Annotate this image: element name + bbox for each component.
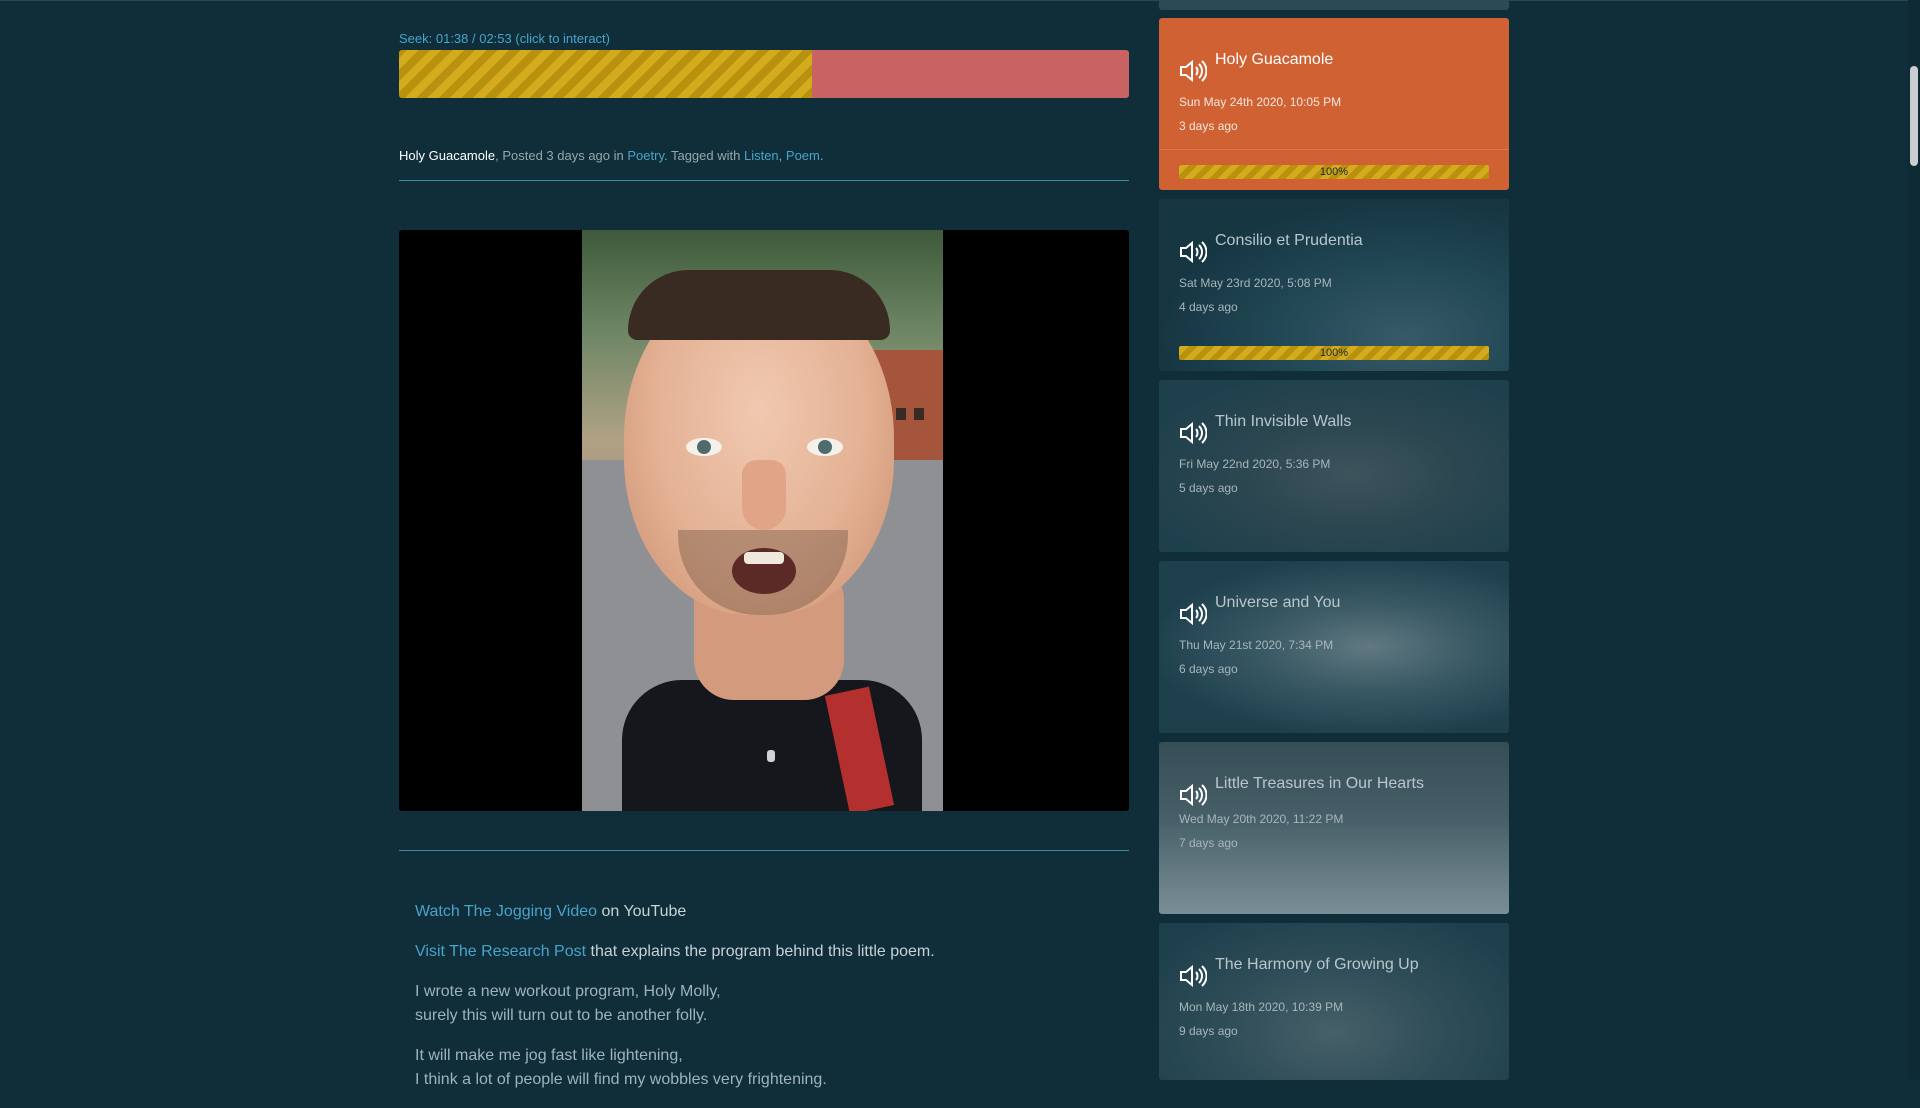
post-meta: Holy Guacamole, Posted 3 days ago in Poe… bbox=[399, 148, 824, 163]
youtube-text: on YouTube bbox=[597, 903, 687, 920]
speaker-icon bbox=[1180, 60, 1207, 82]
playlist-date: Wed May 20th 2020, 11:22 PM bbox=[1179, 812, 1344, 826]
necklace-pendant bbox=[767, 750, 775, 762]
card-divider bbox=[1159, 149, 1509, 150]
video-player[interactable] bbox=[399, 230, 1129, 811]
seek-bar[interactable] bbox=[399, 50, 1129, 98]
playlist-card[interactable]: The Harmony of Growing Up Mon May 18th 2… bbox=[1159, 923, 1509, 1080]
playlist-title: Little Treasures in Our Hearts bbox=[1215, 775, 1424, 792]
scrollbar-thumb[interactable] bbox=[1910, 66, 1918, 166]
listen-progress-bar: 100% bbox=[1179, 165, 1489, 179]
playlist-age: 5 days ago bbox=[1179, 481, 1238, 495]
tag-link-listen[interactable]: Listen bbox=[744, 148, 779, 163]
category-link[interactable]: Poetry bbox=[627, 148, 664, 163]
post-title: Holy Guacamole bbox=[399, 148, 496, 163]
playlist-card[interactable]: Thin Invisible Walls Fri May 22nd 2020, … bbox=[1159, 380, 1509, 552]
tag-link-poem[interactable]: Poem bbox=[786, 148, 820, 163]
seek-progress-fill bbox=[399, 50, 813, 98]
playlist-date: Sat May 23rd 2020, 5:08 PM bbox=[1179, 276, 1332, 290]
tag-separator: , bbox=[778, 148, 786, 163]
poem-stanza: I wrote a new workout program, Holy Moll… bbox=[415, 980, 935, 1028]
playlist-title: Universe and You bbox=[1215, 594, 1341, 611]
playlist-card[interactable]: Little Treasures in Our Hearts Wed May 2… bbox=[1159, 742, 1509, 914]
playlist-age: 3 days ago bbox=[1179, 119, 1238, 133]
listen-progress-label: 100% bbox=[1319, 347, 1349, 359]
playlist-date: Thu May 21st 2020, 7:34 PM bbox=[1179, 638, 1334, 652]
speaker-icon bbox=[1180, 241, 1207, 263]
research-text: that explains the program behind this li… bbox=[586, 943, 935, 960]
speaker-icon bbox=[1180, 965, 1207, 987]
listen-progress-label: 100% bbox=[1319, 166, 1349, 178]
hair bbox=[628, 270, 890, 340]
listen-progress-bar: 100% bbox=[1179, 346, 1489, 360]
research-post-link[interactable]: Visit The Research Post bbox=[415, 943, 586, 960]
right-eye bbox=[807, 438, 843, 456]
speaker-icon bbox=[1180, 603, 1207, 625]
playlist-title: Consilio et Prudentia bbox=[1215, 232, 1363, 249]
meta-end: . bbox=[819, 148, 824, 163]
playlist-title: Holy Guacamole bbox=[1215, 51, 1334, 68]
seek-label[interactable]: Seek: 01:38 / 02:53 (click to interact) bbox=[399, 31, 610, 46]
nose bbox=[742, 460, 786, 530]
speaker-icon bbox=[1180, 784, 1207, 806]
playlist-date: Fri May 22nd 2020, 5:36 PM bbox=[1179, 457, 1331, 471]
scrollbar[interactable] bbox=[1908, 0, 1920, 1080]
tagged-text: . Tagged with bbox=[663, 148, 744, 163]
poem-line: It will make me jog fast like lightening… bbox=[415, 1047, 683, 1064]
poem-line: I wrote a new workout program, Holy Moll… bbox=[415, 983, 721, 1000]
posted-text: , Posted 3 days ago in bbox=[495, 148, 628, 163]
playlist-card[interactable]: Consilio et Prudentia Sat May 23rd 2020,… bbox=[1159, 199, 1509, 371]
playlist-age: 7 days ago bbox=[1179, 836, 1238, 850]
playlist-title: The Harmony of Growing Up bbox=[1215, 956, 1419, 973]
divider bbox=[399, 180, 1129, 181]
video-link-paragraph: Watch The Jogging Video on YouTube bbox=[415, 900, 935, 924]
speaker-icon bbox=[1180, 422, 1207, 444]
research-link-paragraph: Visit The Research Post that explains th… bbox=[415, 940, 935, 964]
playlist-date: Mon May 18th 2020, 10:39 PM bbox=[1179, 1000, 1344, 1014]
jogging-video-link[interactable]: Watch The Jogging Video bbox=[415, 903, 597, 920]
playlist-title: Thin Invisible Walls bbox=[1215, 413, 1352, 430]
poem-line: surely this will turn out to be another … bbox=[415, 1007, 708, 1024]
playlist-age: 9 days ago bbox=[1179, 1024, 1238, 1038]
mouth bbox=[732, 548, 796, 594]
playlist-age: 4 days ago bbox=[1179, 300, 1238, 314]
top-border bbox=[0, 0, 1920, 1]
playlist-age: 6 days ago bbox=[1179, 662, 1238, 676]
playlist-card[interactable]: Universe and You Thu May 21st 2020, 7:34… bbox=[1159, 561, 1509, 733]
playlist-date: Sun May 24th 2020, 10:05 PM bbox=[1179, 95, 1342, 109]
post-body: Watch The Jogging Video on YouTube Visit… bbox=[415, 900, 935, 1108]
video-frame bbox=[582, 230, 943, 811]
left-eye bbox=[686, 438, 722, 456]
playlist-card-previous[interactable] bbox=[1159, 0, 1509, 10]
poem-stanza: It will make me jog fast like lightening… bbox=[415, 1044, 935, 1092]
divider bbox=[399, 850, 1129, 851]
playlist-card[interactable]: Holy Guacamole Sun May 24th 2020, 10:05 … bbox=[1159, 18, 1509, 190]
